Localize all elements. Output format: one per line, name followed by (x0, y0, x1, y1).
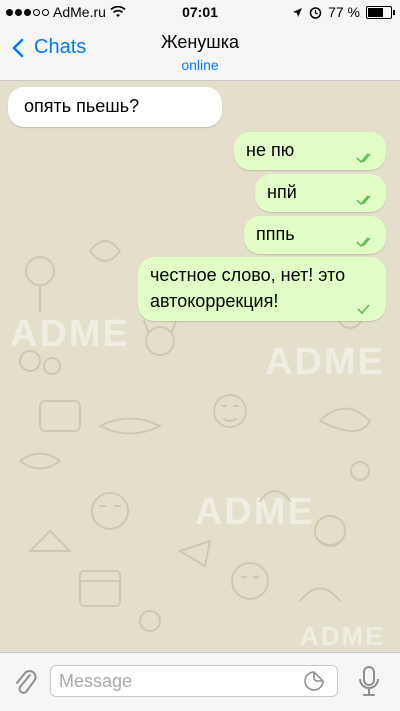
message-text: не пю (246, 140, 295, 160)
chat-title[interactable]: Женушка (0, 32, 400, 53)
contact-status: online (181, 57, 219, 73)
read-receipt-icon (356, 153, 371, 164)
location-arrow-icon (293, 7, 303, 17)
message-bubble-outgoing[interactable]: нпй (255, 174, 386, 212)
microphone-icon[interactable] (358, 665, 380, 699)
delivered-check-icon (357, 304, 370, 315)
status-bar: AdMe.ru 07:01 77 % (0, 0, 400, 24)
message-bubble-outgoing[interactable]: честное слово, нет! это автокоррекция! (138, 257, 386, 321)
chat-background: ADME ADME ADME ADME опять пьешь? не пю н… (0, 81, 400, 651)
message-bubble-outgoing[interactable]: не пю (234, 132, 386, 170)
message-bubble-incoming[interactable]: опять пьешь? (8, 87, 222, 127)
message-text: пппь (256, 224, 295, 244)
battery-icon (366, 5, 395, 19)
battery-fill (368, 7, 383, 17)
status-right: 77 % (292, 4, 395, 20)
message-composer (0, 652, 400, 711)
message-text: опять пьешь? (24, 96, 140, 116)
battery-percentage: 77 % (328, 4, 360, 20)
chat-header: Chats Женушка online (0, 24, 400, 81)
message-bubble-outgoing[interactable]: пппь (244, 216, 386, 254)
message-text: честное слово, нет! это (150, 265, 346, 285)
message-text: автокоррекция! (150, 291, 279, 311)
sticker-icon[interactable] (304, 671, 324, 691)
message-text: нпй (267, 182, 297, 202)
message-input[interactable] (50, 665, 338, 697)
read-receipt-icon (356, 195, 371, 206)
alarm-icon (309, 6, 322, 19)
paperclip-icon[interactable] (12, 667, 38, 697)
read-receipt-icon (356, 237, 371, 248)
